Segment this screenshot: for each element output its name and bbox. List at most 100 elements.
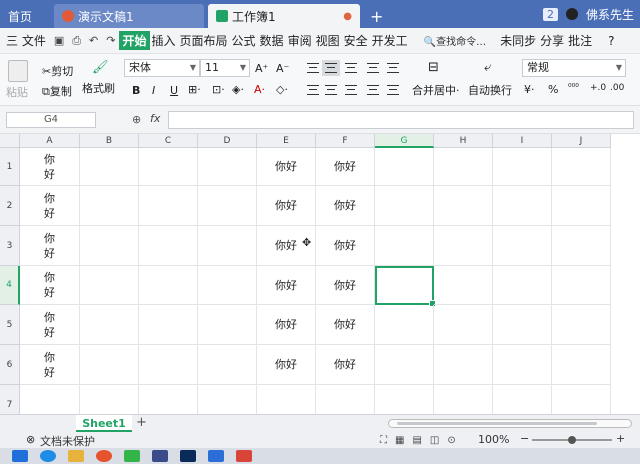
cell-g2[interactable] — [375, 186, 434, 226]
percent-button[interactable]: % — [548, 83, 558, 96]
font-grow-button[interactable]: A⁺ — [255, 62, 268, 75]
cell-d5[interactable] — [198, 305, 257, 345]
page-layout-view-icon[interactable]: ▤ — [412, 435, 421, 446]
cell-b1[interactable] — [80, 148, 139, 186]
cell-h2[interactable] — [434, 186, 493, 226]
align-top-icon[interactable] — [304, 60, 322, 76]
cell-i4[interactable] — [493, 266, 552, 305]
quick-save-icon[interactable]: ▣ — [50, 34, 68, 47]
column-header-g[interactable]: G — [375, 134, 434, 148]
cell-e2[interactable]: 你好 — [257, 186, 316, 226]
cell-i1[interactable] — [493, 148, 552, 186]
cell-j2[interactable] — [552, 186, 611, 226]
cell-f3[interactable]: 你好 — [316, 226, 375, 266]
cell-j1[interactable] — [552, 148, 611, 186]
avatar[interactable] — [565, 8, 578, 20]
quick-redo-icon[interactable]: ↷ — [102, 34, 119, 47]
tab-presentation[interactable]: 演示文稿1 — [54, 4, 204, 28]
row-header-7[interactable]: 7 — [0, 385, 20, 414]
menu-formulas[interactable]: 公式 — [230, 32, 258, 49]
tab-home[interactable]: 首页 — [0, 4, 52, 28]
name-box[interactable]: G4 — [6, 112, 96, 128]
zoom-slider[interactable] — [532, 436, 612, 444]
cell-h6[interactable] — [434, 345, 493, 385]
cell-e5[interactable]: 你好 — [257, 305, 316, 345]
align-center-icon[interactable] — [322, 82, 340, 98]
cell-b2[interactable] — [80, 186, 139, 226]
cell-a5[interactable]: 你 好 — [20, 305, 80, 345]
cut-button[interactable]: ✂剪切 — [42, 63, 73, 79]
column-header-j[interactable]: J — [552, 134, 611, 148]
cell-j5[interactable] — [552, 305, 611, 345]
row-header-6[interactable]: 6 — [0, 345, 20, 385]
menu-developer[interactable]: 开发工 — [370, 32, 410, 49]
formula-input[interactable] — [168, 111, 634, 129]
share-button[interactable]: 分享 — [538, 32, 566, 49]
cell-i5[interactable] — [493, 305, 552, 345]
paste-button[interactable]: 粘贴 — [6, 84, 28, 100]
cell-b3[interactable] — [80, 226, 139, 266]
cell-d7[interactable] — [198, 385, 257, 414]
cell-c5[interactable] — [139, 305, 198, 345]
column-header-b[interactable]: B — [80, 134, 139, 148]
font-name-select[interactable]: 宋体 ▼ — [124, 59, 200, 77]
row-header-4[interactable]: 4 — [0, 266, 20, 305]
cell-h4[interactable] — [434, 266, 493, 305]
cell-a2[interactable]: 你 好 — [20, 186, 80, 226]
cell-b4[interactable] — [80, 266, 139, 305]
column-header-c[interactable]: C — [139, 134, 198, 148]
wps-writer-icon[interactable] — [208, 450, 224, 462]
quick-print-icon[interactable]: ⎙ — [68, 34, 85, 48]
cell-j6[interactable] — [552, 345, 611, 385]
zoom-formula-icon[interactable]: ⊕ — [132, 113, 141, 126]
outdent-icon[interactable] — [384, 60, 402, 76]
menu-data[interactable]: 数据 — [258, 32, 286, 49]
cell-f6[interactable]: 你好 — [316, 345, 375, 385]
wrap-text-button[interactable]: 自动换行 — [468, 82, 512, 98]
thousands-icon[interactable]: ⁰⁰⁰ — [568, 83, 579, 93]
currency-button[interactable]: ¥· — [524, 83, 535, 96]
sheet-tab-sheet1[interactable]: Sheet1 — [76, 415, 132, 432]
cell-d2[interactable] — [198, 186, 257, 226]
cell-j3[interactable] — [552, 226, 611, 266]
photoshop-icon[interactable] — [180, 450, 196, 462]
cell-c2[interactable] — [139, 186, 198, 226]
underline-button[interactable]: U — [170, 84, 178, 97]
cell-c3[interactable] — [139, 226, 198, 266]
cell-e3[interactable]: 你好 — [257, 226, 316, 266]
cell-f1[interactable]: 你好 — [316, 148, 375, 186]
font-color-icon[interactable]: A· — [254, 83, 265, 96]
cell-a4[interactable]: 你 好 — [20, 266, 80, 305]
paste-icon[interactable] — [8, 60, 28, 82]
fx-button[interactable]: fx — [150, 112, 160, 125]
align-bottom-icon[interactable] — [342, 60, 360, 76]
file-explorer-icon[interactable] — [68, 450, 84, 462]
cell-d6[interactable] — [198, 345, 257, 385]
zoom-level[interactable]: 100% — [478, 433, 509, 446]
copy-button[interactable]: ⧉复制 — [42, 83, 72, 99]
fit-view-icon[interactable]: ⛶ — [380, 435, 387, 446]
row-header-2[interactable]: 2 — [0, 186, 20, 226]
cell-b6[interactable] — [80, 345, 139, 385]
justify-icon[interactable] — [364, 82, 382, 98]
app-icon[interactable] — [152, 450, 168, 462]
firefox-icon[interactable] — [96, 450, 112, 462]
cell-j4[interactable] — [552, 266, 611, 305]
menu-home[interactable]: 开始 — [119, 31, 150, 50]
cell-g1[interactable] — [375, 148, 434, 186]
cell-f5[interactable]: 你好 — [316, 305, 375, 345]
row-header-5[interactable]: 5 — [0, 305, 20, 345]
cell-i3[interactable] — [493, 226, 552, 266]
cell-e7[interactable] — [257, 385, 316, 414]
menu-insert[interactable]: 插入 — [150, 32, 178, 49]
italic-button[interactable]: I — [152, 84, 155, 97]
font-shrink-button[interactable]: A⁻ — [276, 62, 289, 75]
tab-workbook[interactable]: 工作簿1 ● — [208, 4, 360, 28]
cell-j7[interactable] — [552, 385, 611, 414]
cell-e1[interactable]: 你好 — [257, 148, 316, 186]
edge-browser-icon[interactable] — [40, 450, 56, 462]
cell-a1[interactable]: 你 好 — [20, 148, 80, 186]
cell-d4[interactable] — [198, 266, 257, 305]
bold-button[interactable]: B — [132, 84, 140, 97]
normal-view-icon[interactable]: ▦ — [395, 435, 404, 446]
